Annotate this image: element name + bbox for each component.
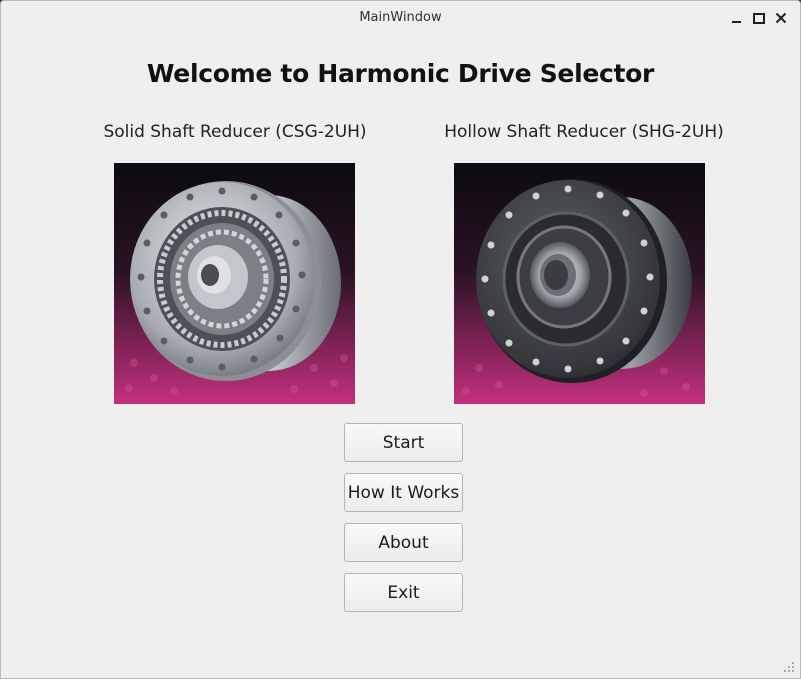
start-button[interactable]: Start bbox=[344, 423, 463, 462]
how-it-works-button[interactable]: How It Works bbox=[344, 473, 463, 512]
solid-shaft-reducer-image bbox=[114, 163, 355, 404]
title-bar[interactable]: MainWindow bbox=[1, 1, 800, 35]
window-title: MainWindow bbox=[359, 10, 442, 25]
page-title: Welcome to Harmonic Drive Selector bbox=[146, 59, 655, 88]
about-button[interactable]: About bbox=[344, 523, 463, 562]
resize-grip-icon[interactable] bbox=[784, 662, 794, 672]
minimize-icon[interactable] bbox=[728, 10, 744, 26]
main-window: MainWindow Welcome to Harmonic Drive Sel… bbox=[0, 0, 801, 679]
maximize-icon[interactable] bbox=[751, 10, 767, 26]
hollow-shaft-reducer-image bbox=[454, 163, 705, 404]
solid-shaft-label: Solid Shaft Reducer (CSG-2UH) bbox=[103, 122, 367, 142]
hollow-shaft-label: Hollow Shaft Reducer (SHG-2UH) bbox=[444, 122, 724, 142]
close-icon[interactable] bbox=[773, 10, 789, 26]
exit-button[interactable]: Exit bbox=[344, 573, 463, 612]
